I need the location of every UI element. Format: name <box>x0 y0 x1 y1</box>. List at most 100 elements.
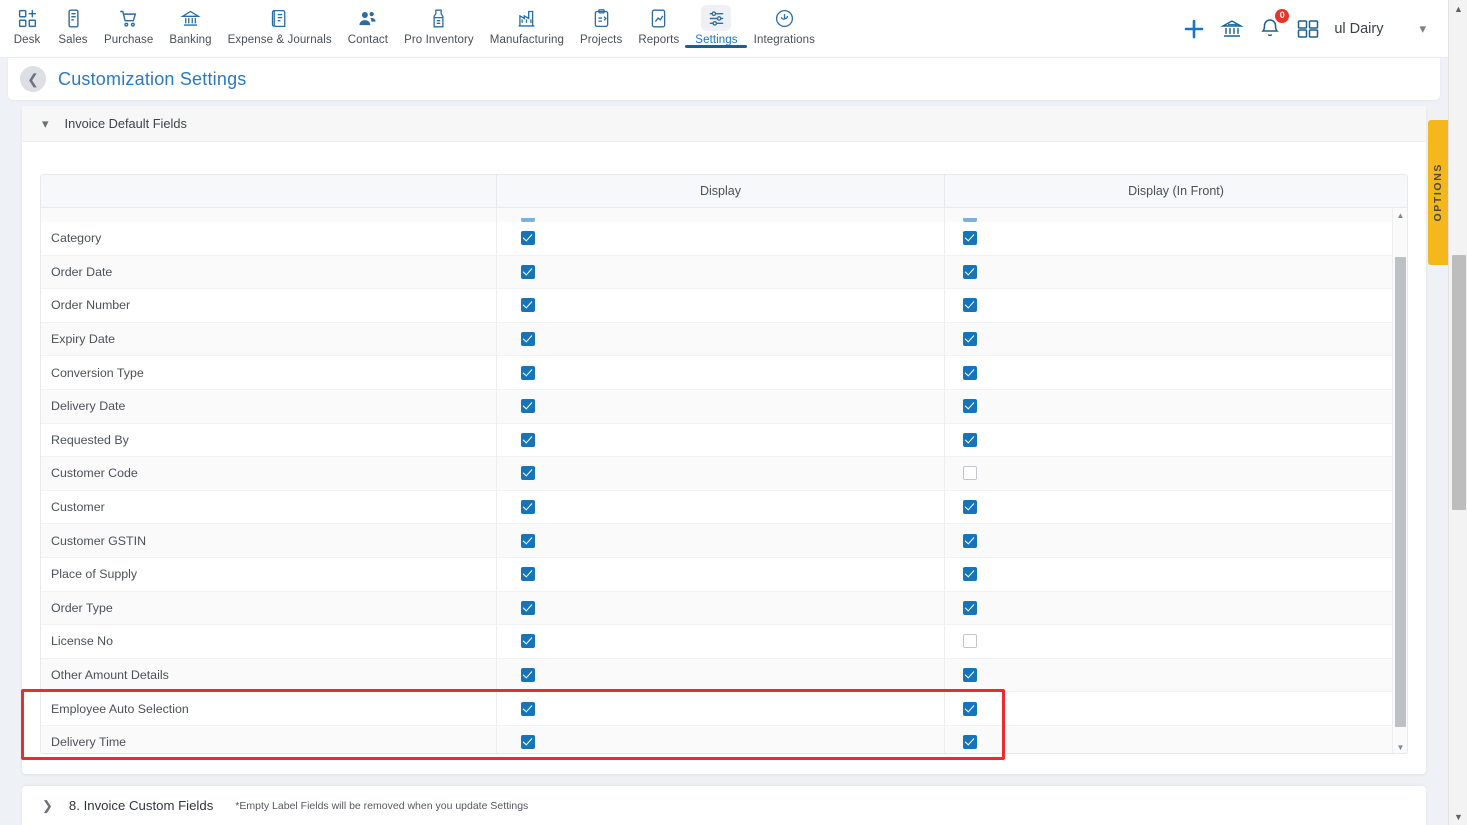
nav-item-sales[interactable]: Sales <box>50 0 96 46</box>
cell-display-in-front[interactable] <box>944 523 1407 558</box>
display-in-front-checkbox[interactable] <box>963 533 977 548</box>
cell-display-checkbox[interactable] <box>496 208 944 222</box>
scrollbar-thumb[interactable] <box>1395 257 1406 727</box>
display-in-front-checkbox[interactable] <box>963 500 977 515</box>
section-header-invoice-default-fields[interactable]: ▾ Invoice Default Fields <box>22 106 1426 142</box>
notification-bell-icon[interactable]: 0 <box>1258 9 1290 41</box>
cell-display-in-front[interactable] <box>944 725 1407 753</box>
scroll-down-arrow-icon[interactable]: ▼ <box>1449 808 1467 825</box>
bank-transfer-icon[interactable] <box>1220 17 1245 41</box>
nav-item-pro-inventory[interactable]: Pro Inventory <box>396 0 482 46</box>
display-checkbox[interactable] <box>521 533 535 548</box>
cell-display-in-front[interactable] <box>944 658 1407 692</box>
banking-bank-icon <box>176 5 206 31</box>
cell-display-in-front[interactable] <box>944 557 1407 592</box>
cell-display-in-front[interactable] <box>944 591 1407 625</box>
checkbox-clipped[interactable] <box>521 218 535 222</box>
cell-display[interactable] <box>496 322 944 356</box>
display-in-front-checkbox[interactable] <box>963 735 977 750</box>
cell-display-in-front[interactable] <box>944 456 1407 491</box>
cell-display-in-front[interactable] <box>944 255 1407 289</box>
nav-item-desk[interactable]: Desk <box>4 0 50 46</box>
display-checkbox[interactable] <box>521 399 535 414</box>
display-in-front-checkbox[interactable] <box>963 701 977 716</box>
cell-display-in-front[interactable] <box>944 389 1407 424</box>
nav-item-banking[interactable]: Banking <box>161 0 219 46</box>
table-vertical-scrollbar[interactable]: ▲ ▼ <box>1392 208 1407 753</box>
cell-front-checkbox[interactable] <box>944 208 1407 222</box>
display-in-front-checkbox[interactable] <box>963 668 977 683</box>
display-checkbox[interactable] <box>521 500 535 515</box>
nav-item-manufacturing[interactable]: Manufacturing <box>482 0 572 46</box>
display-checkbox[interactable] <box>521 634 535 649</box>
display-checkbox[interactable] <box>521 600 535 615</box>
display-checkbox[interactable] <box>521 332 535 347</box>
display-in-front-checkbox[interactable] <box>963 231 977 246</box>
nav-item-settings[interactable]: Settings <box>685 0 748 48</box>
organization-name[interactable]: ul Dairy <box>1334 21 1383 37</box>
cell-display-in-front[interactable] <box>944 221 1407 256</box>
cell-display-in-front[interactable] <box>944 691 1407 726</box>
display-in-front-checkbox[interactable] <box>963 399 977 414</box>
options-side-tab[interactable]: OPTIONS <box>1428 120 1448 265</box>
cell-display[interactable] <box>496 557 944 592</box>
display-checkbox[interactable] <box>521 466 535 481</box>
scroll-down-arrow-icon[interactable]: ▼ <box>1393 740 1407 753</box>
cell-display-in-front[interactable] <box>944 288 1407 323</box>
nav-item-reports[interactable]: Reports <box>630 0 687 46</box>
checkbox-clipped[interactable] <box>963 218 977 222</box>
display-checkbox[interactable] <box>521 567 535 582</box>
cell-display[interactable] <box>496 725 944 753</box>
scroll-up-arrow-icon[interactable]: ▲ <box>1449 0 1467 17</box>
display-in-front-checkbox[interactable] <box>963 432 977 447</box>
display-in-front-checkbox[interactable] <box>963 466 977 481</box>
scroll-up-arrow-icon[interactable]: ▲ <box>1393 208 1407 223</box>
nav-item-integrations[interactable]: Integrations <box>746 0 823 46</box>
display-checkbox[interactable] <box>521 231 535 246</box>
cell-display-in-front[interactable] <box>944 624 1407 659</box>
chevron-down-icon[interactable]: ▾ <box>1419 21 1426 37</box>
display-checkbox[interactable] <box>521 298 535 313</box>
cell-display-in-front[interactable] <box>944 322 1407 356</box>
cell-display[interactable] <box>496 658 944 692</box>
display-checkbox[interactable] <box>521 668 535 683</box>
cell-display[interactable] <box>496 456 944 491</box>
plus-icon[interactable] <box>1182 17 1206 41</box>
cell-display[interactable] <box>496 355 944 390</box>
cell-display[interactable] <box>496 591 944 625</box>
section-header-invoice-custom-fields[interactable]: ❯ 8. Invoice Custom Fields *Empty Label … <box>22 786 1426 825</box>
apps-grid-icon[interactable] <box>1296 18 1320 40</box>
cell-display-in-front[interactable] <box>944 490 1407 524</box>
cell-display[interactable] <box>496 288 944 323</box>
cell-display[interactable] <box>496 624 944 659</box>
cell-display-in-front[interactable] <box>944 423 1407 457</box>
nav-item-expense-journals[interactable]: Expense & Journals <box>220 0 340 46</box>
display-in-front-checkbox[interactable] <box>963 634 977 649</box>
cell-display[interactable] <box>496 221 944 256</box>
cell-display[interactable] <box>496 255 944 289</box>
display-checkbox[interactable] <box>521 735 535 750</box>
display-in-front-checkbox[interactable] <box>963 567 977 582</box>
display-checkbox[interactable] <box>521 701 535 716</box>
display-checkbox[interactable] <box>521 432 535 447</box>
display-in-front-checkbox[interactable] <box>963 264 977 279</box>
scrollbar-thumb[interactable] <box>1452 255 1466 510</box>
display-checkbox[interactable] <box>521 264 535 279</box>
page-vertical-scrollbar[interactable]: ▲ ▼ <box>1448 0 1467 825</box>
cell-display[interactable] <box>496 490 944 524</box>
display-checkbox[interactable] <box>521 365 535 380</box>
cell-display[interactable] <box>496 523 944 558</box>
back-chevron-icon[interactable]: ❮ <box>20 66 46 92</box>
cell-display[interactable] <box>496 389 944 424</box>
scrollbar-track[interactable] <box>1393 223 1407 740</box>
display-in-front-checkbox[interactable] <box>963 600 977 615</box>
cell-display[interactable] <box>496 691 944 726</box>
cell-display-in-front[interactable] <box>944 355 1407 390</box>
cell-display[interactable] <box>496 423 944 457</box>
display-in-front-checkbox[interactable] <box>963 332 977 347</box>
nav-item-contact[interactable]: Contact <box>340 0 396 46</box>
nav-item-projects[interactable]: Projects <box>572 0 630 46</box>
nav-item-purchase[interactable]: Purchase <box>96 0 161 46</box>
display-in-front-checkbox[interactable] <box>963 298 977 313</box>
display-in-front-checkbox[interactable] <box>963 365 977 380</box>
